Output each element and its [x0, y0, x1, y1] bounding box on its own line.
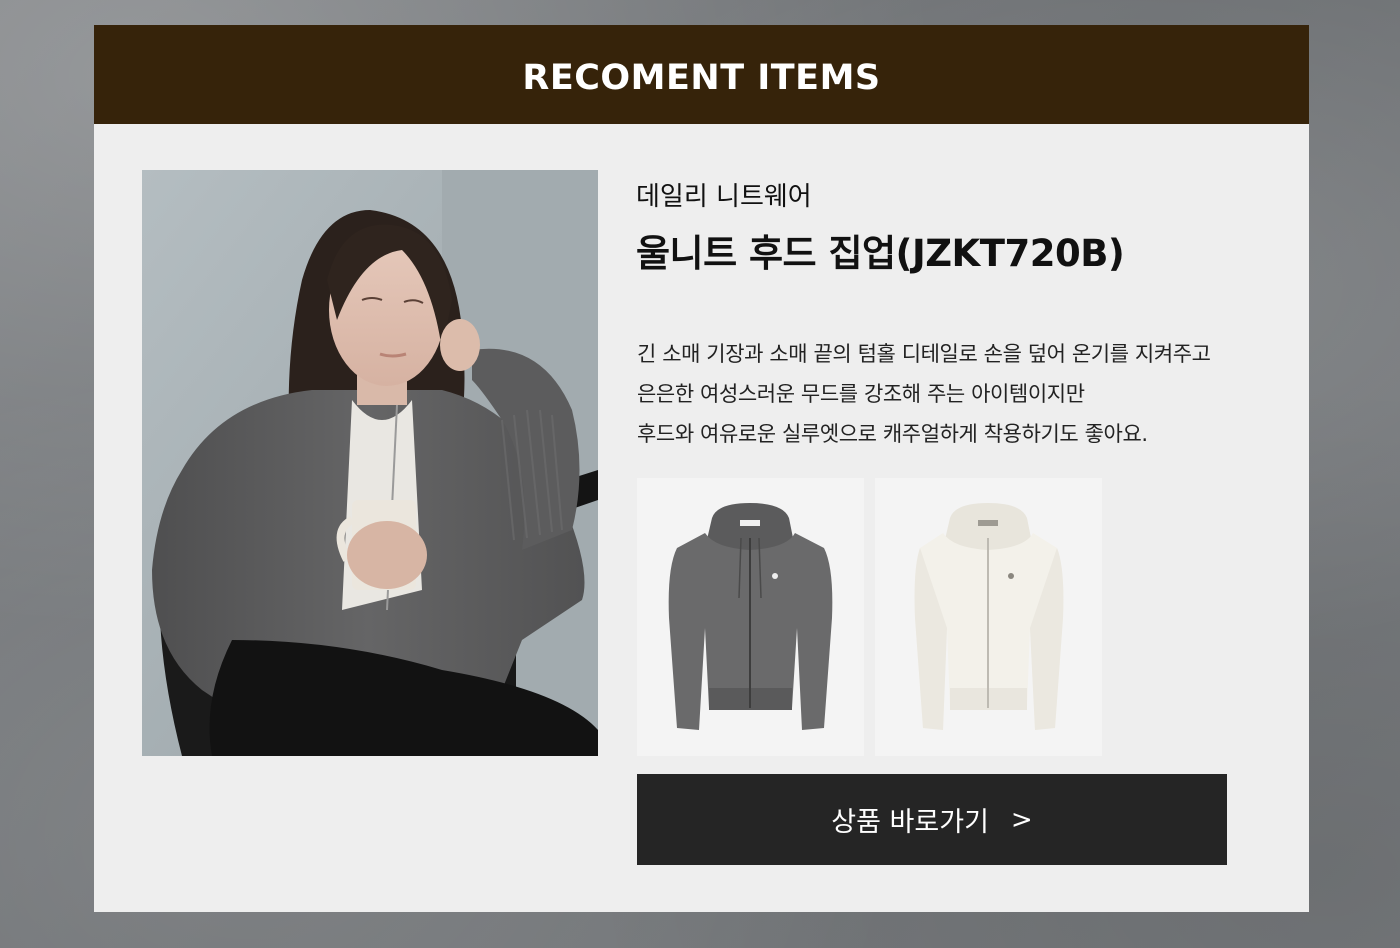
product-thumbnail-gray[interactable] — [637, 478, 864, 756]
product-name: 울니트 후드 집업(JZKT720B) — [636, 232, 1125, 275]
model-photo — [142, 170, 598, 756]
chevron-right-icon: > — [1010, 804, 1033, 835]
go-to-product-button[interactable]: 상품 바로가기 > — [637, 774, 1227, 865]
product-category: 데일리 니트웨어 — [636, 182, 812, 212]
product-description: 긴 소매 기장과 소매 끝의 텀홀 디테일로 손을 덮어 온기를 지켜주고 은은… — [637, 334, 1277, 454]
description-line: 후드와 여유로운 실루엣으로 캐주얼하게 착용하기도 좋아요. — [637, 422, 1148, 446]
product-thumbnail-white[interactable] — [875, 478, 1102, 756]
go-to-product-label: 상품 바로가기 — [831, 807, 989, 838]
description-line: 긴 소매 기장과 소매 끝의 텀홀 디테일로 손을 덮어 온기를 지켜주고 — [637, 342, 1211, 366]
section-title: RECOMENT ITEMS — [522, 57, 881, 98]
recommend-card: RECOMENT ITEMS 데일리 니트웨어 울니트 후드 집업(JZKT72… — [94, 25, 1309, 912]
description-line: 은은한 여성스러운 무드를 강조해 주는 아이템이지만 — [637, 382, 1085, 406]
section-header: RECOMENT ITEMS — [94, 25, 1309, 124]
